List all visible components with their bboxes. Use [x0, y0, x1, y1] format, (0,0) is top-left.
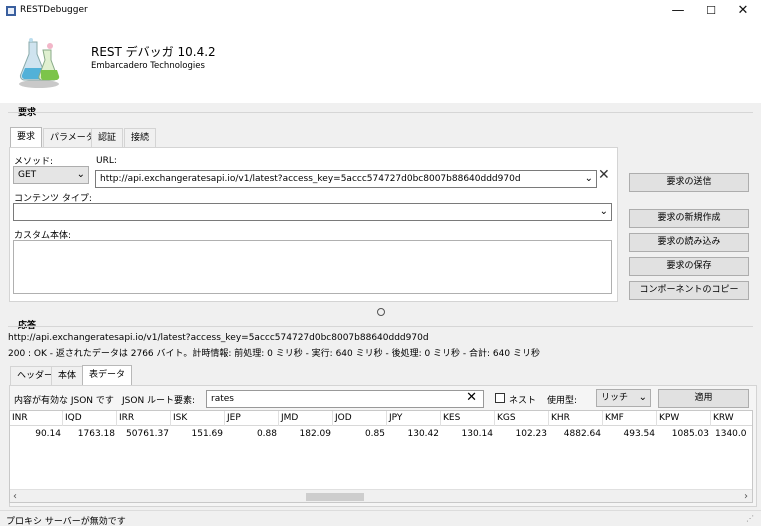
use-type-value: リッチ — [601, 393, 629, 403]
column-header[interactable]: KRW — [711, 411, 752, 426]
response-status: 200 : OK - 返されたデータは 2766 バイト。計時情報: 前処理: … — [8, 349, 540, 359]
clear-url-icon[interactable]: ✕ — [598, 167, 610, 183]
flask-logo-icon — [19, 38, 60, 88]
nest-label: ネスト — [509, 396, 537, 406]
horizontal-scrollbar[interactable]: ‹ › — [10, 489, 752, 502]
window-title: RESTDebugger — [20, 5, 88, 15]
minimize-button[interactable]: — — [660, 0, 696, 22]
table-cell: 493.54 — [623, 429, 656, 439]
table-cell: 130.42 — [407, 429, 440, 439]
column-header[interactable]: KMF — [603, 411, 657, 426]
app-icon — [6, 6, 16, 16]
url-value: http://api.exchangeratesapi.io/v1/latest… — [100, 174, 521, 184]
chevron-down-icon: ⌄ — [599, 206, 608, 217]
column-header[interactable]: JEP — [225, 411, 279, 426]
tab-body[interactable]: 本体 — [51, 366, 84, 386]
app-header: REST デバッガ 10.4.2 Embarcadero Technologie… — [0, 22, 761, 103]
scroll-left-icon[interactable]: ‹ — [13, 490, 17, 502]
column-header[interactable]: KGS — [495, 411, 549, 426]
nest-checkbox[interactable] — [495, 393, 505, 403]
use-type-label: 使用型: — [547, 396, 578, 406]
scrollbar-thumb[interactable] — [306, 493, 364, 501]
column-header[interactable]: JPY — [387, 411, 441, 426]
company-name: Embarcadero Technologies — [91, 61, 205, 71]
table-cell: 1340.0 — [715, 429, 747, 439]
custom-body-textarea[interactable] — [13, 240, 612, 294]
column-header[interactable]: IQD — [63, 411, 117, 426]
table-cell: 90.14 — [35, 429, 61, 439]
table-cell: 130.14 — [461, 429, 494, 439]
column-header[interactable]: KHR — [549, 411, 603, 426]
json-root-value: rates — [211, 394, 234, 404]
table-cell: 4882.64 — [563, 429, 601, 439]
column-header[interactable]: JOD — [333, 411, 387, 426]
close-button[interactable]: ✕ — [725, 0, 761, 22]
maximize-button[interactable]: ☐ — [693, 0, 729, 22]
response-url: http://api.exchangeratesapi.io/v1/latest… — [8, 333, 429, 343]
url-label: URL: — [96, 156, 117, 166]
table-cell: 1763.18 — [77, 429, 115, 439]
method-value: GET — [18, 170, 37, 180]
chevron-down-icon[interactable]: ⌄ — [582, 171, 593, 187]
send-request-button[interactable]: 要求の送信 — [629, 173, 749, 192]
chevron-down-icon: ⌄ — [638, 392, 647, 403]
grid-header: INR IQD IRR ISK JEP JMD JOD JPY KES KGS … — [10, 411, 752, 426]
column-header[interactable]: JMD — [279, 411, 333, 426]
data-grid[interactable]: INR IQD IRR ISK JEP JMD JOD JPY KES KGS … — [9, 410, 753, 503]
apply-button[interactable]: 適用 — [658, 389, 749, 408]
tab-request[interactable]: 要求 — [10, 127, 43, 148]
column-header[interactable]: IRR — [117, 411, 171, 426]
scroll-right-icon[interactable]: › — [744, 490, 748, 502]
url-input[interactable]: http://api.exchangeratesapi.io/v1/latest… — [95, 170, 597, 188]
column-header[interactable]: INR — [10, 411, 63, 426]
use-type-select[interactable]: リッチ ⌄ — [596, 389, 651, 407]
copy-components-button[interactable]: コンポーネントのコピー — [629, 281, 749, 300]
table-cell: 0.88 — [256, 429, 277, 439]
new-request-button[interactable]: 要求の新規作成 — [629, 209, 749, 228]
table-cell: 102.23 — [515, 429, 548, 439]
column-header[interactable]: KPW — [657, 411, 711, 426]
tab-table-data[interactable]: 表データ — [82, 365, 133, 386]
response-section-title: 応答 — [18, 321, 37, 331]
table-cell: 151.69 — [191, 429, 224, 439]
title-bar: RESTDebugger — ☐ ✕ — [0, 0, 761, 22]
table-cell: 1085.03 — [671, 429, 709, 439]
content-type-select[interactable]: ⌄ — [13, 203, 612, 221]
load-request-button[interactable]: 要求の読み込み — [629, 233, 749, 252]
splitter-handle[interactable] — [377, 308, 385, 316]
product-name: REST デバッガ 10.4.2 — [91, 45, 216, 59]
column-header[interactable]: ISK — [171, 411, 225, 426]
resize-grip-icon[interactable]: ⋰ — [746, 514, 754, 523]
table-row[interactable]: 90.14 1763.18 50761.37 151.69 0.88 182.0… — [10, 427, 752, 442]
json-root-input[interactable]: rates ✕ — [206, 390, 484, 408]
status-text: プロキシ サーバーが無効です — [6, 517, 126, 526]
chevron-down-icon: ⌄ — [76, 169, 85, 180]
method-select[interactable]: GET ⌄ — [13, 166, 89, 184]
status-bar: プロキシ サーバーが無効です ⋰ — [0, 510, 761, 526]
tab-connection[interactable]: 接続 — [124, 128, 157, 148]
column-header[interactable]: KES — [441, 411, 495, 426]
table-cell: 182.09 — [299, 429, 332, 439]
tab-auth[interactable]: 認証 — [91, 128, 124, 148]
clear-icon[interactable]: ✕ — [466, 390, 477, 406]
json-root-label: JSON ルート要素: — [122, 396, 196, 406]
table-cell: 50761.37 — [126, 429, 169, 439]
divider — [8, 326, 753, 327]
divider — [8, 112, 753, 113]
table-cell: 0.85 — [364, 429, 385, 439]
json-valid-label: 内容が有効な JSON です — [14, 396, 114, 406]
save-request-button[interactable]: 要求の保存 — [629, 257, 749, 276]
